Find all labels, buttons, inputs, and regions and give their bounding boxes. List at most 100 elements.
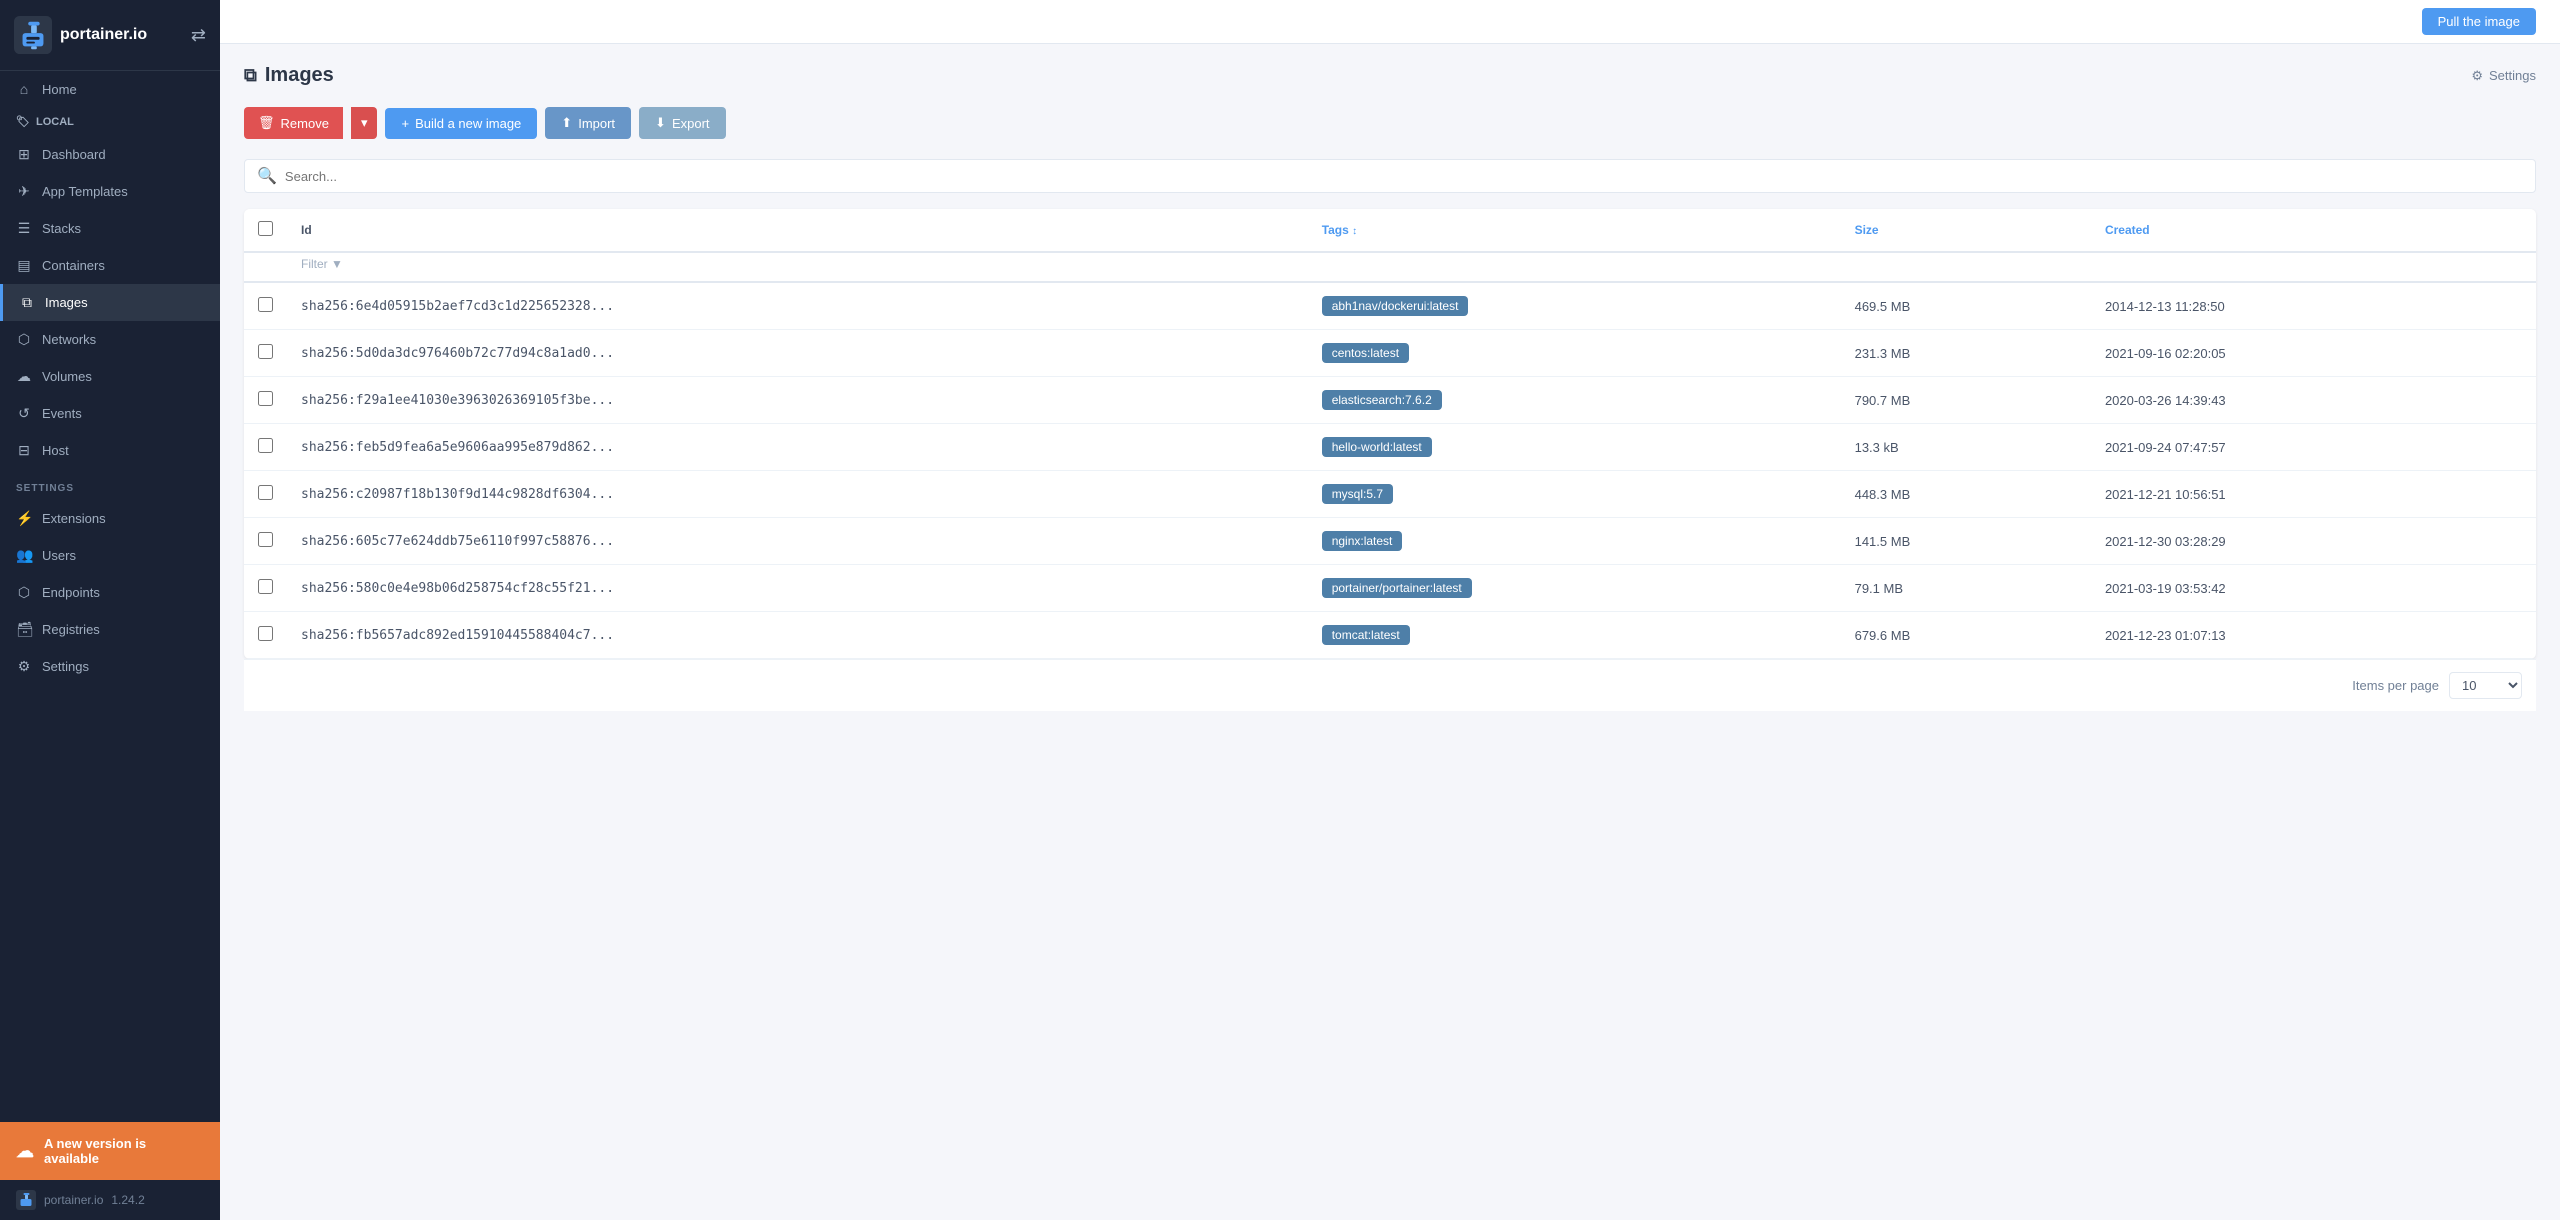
row-created-0: 2014-12-13 11:28:50: [2091, 282, 2536, 330]
app-templates-icon: ✈: [16, 183, 32, 200]
portainer-logo-icon: [14, 16, 52, 54]
sidebar-item-extensions[interactable]: ⚡ Extensions: [0, 500, 220, 537]
created-column-header[interactable]: Created: [2091, 209, 2536, 252]
row-checkbox-cell: [244, 377, 287, 424]
filter-checkbox-cell: [244, 252, 287, 282]
trash-icon: 🗑: [258, 115, 275, 131]
row-id-4[interactable]: sha256:c20987f18b130f9d144c9828df6304...: [287, 471, 1308, 518]
row-size-1: 231.3 MB: [1841, 330, 2091, 377]
top-bar: Pull the image: [220, 0, 2560, 44]
row-checkbox-4[interactable]: [258, 485, 273, 500]
sidebar-item-images[interactable]: ⧉ Images: [0, 284, 220, 321]
row-id-1[interactable]: sha256:5d0da3dc976460b72c77d94c8a1ad0...: [287, 330, 1308, 377]
select-all-checkbox[interactable]: [258, 221, 273, 236]
filter-tags-cell: [1308, 252, 1841, 282]
row-created-7: 2021-12-23 01:07:13: [2091, 612, 2536, 659]
toolbar: 🗑 Remove ▾ + Build a new image ⬆ Import …: [244, 107, 2536, 139]
stacks-icon: ☰: [16, 220, 32, 237]
sidebar-item-containers[interactable]: ▤ Containers: [0, 247, 220, 284]
tag-badge-1: centos:latest: [1322, 343, 1409, 363]
sidebar-item-home[interactable]: ⌂ Home: [0, 71, 220, 107]
sidebar-item-app-templates[interactable]: ✈ App Templates: [0, 173, 220, 210]
row-created-2: 2020-03-26 14:39:43: [2091, 377, 2536, 424]
sidebar-label: Host: [42, 443, 69, 458]
tag-badge-2: elasticsearch:7.6.2: [1322, 390, 1442, 410]
registries-icon: 🗃: [16, 621, 32, 638]
settings-link[interactable]: ⚙ Settings: [2471, 68, 2536, 84]
filter-created-cell: [2091, 252, 2536, 282]
row-checkbox-cell: [244, 330, 287, 377]
sidebar-item-events[interactable]: ↺ Events: [0, 395, 220, 432]
import-icon: ⬆: [561, 115, 572, 131]
pull-image-button[interactable]: Pull the image: [2422, 8, 2536, 35]
sidebar-item-volumes[interactable]: ☁ Volumes: [0, 358, 220, 395]
items-per-page-select[interactable]: 10 25 50: [2449, 672, 2522, 699]
sidebar-item-registries[interactable]: 🗃 Registries: [0, 611, 220, 648]
main-content: Pull the image ⧉ Images ⚙ Settings 🗑 Rem…: [220, 0, 2560, 1220]
page-title-text: Images: [265, 64, 334, 87]
row-created-1: 2021-09-16 02:20:05: [2091, 330, 2536, 377]
row-checkbox-6[interactable]: [258, 579, 273, 594]
row-checkbox-5[interactable]: [258, 532, 273, 547]
table-row: sha256:fb5657adc892ed15910445588404c7...…: [244, 612, 2536, 659]
row-created-6: 2021-03-19 03:53:42: [2091, 565, 2536, 612]
row-id-0[interactable]: sha256:6e4d05915b2aef7cd3c1d225652328...: [287, 282, 1308, 330]
build-image-button[interactable]: + Build a new image: [385, 108, 537, 139]
swap-icon[interactable]: ⇄: [191, 25, 206, 46]
export-button[interactable]: ⬇ Export: [639, 107, 725, 139]
update-notice-banner[interactable]: ☁ A new version is available: [0, 1122, 220, 1180]
row-tag-cell-2: elasticsearch:7.6.2: [1308, 377, 1841, 424]
row-checkbox-cell: [244, 424, 287, 471]
row-checkbox-0[interactable]: [258, 297, 273, 312]
sidebar-item-stacks[interactable]: ☰ Stacks: [0, 210, 220, 247]
row-checkbox-1[interactable]: [258, 344, 273, 359]
sidebar-item-users[interactable]: 👥 Users: [0, 537, 220, 574]
events-icon: ↺: [16, 405, 32, 422]
tags-column-header[interactable]: Tags ↕: [1308, 209, 1841, 252]
sidebar-label: Stacks: [42, 221, 81, 236]
sidebar-item-dashboard[interactable]: ⊞ Dashboard: [0, 136, 220, 173]
search-bar: 🔍: [244, 159, 2536, 193]
page-header: ⧉ Images ⚙ Settings: [244, 64, 2536, 87]
id-column-header[interactable]: Id: [287, 209, 1308, 252]
sidebar-label: Events: [42, 406, 82, 421]
search-icon: 🔍: [257, 166, 277, 186]
endpoints-icon: ⬡: [16, 584, 32, 601]
extensions-icon: ⚡: [16, 510, 32, 527]
row-size-4: 448.3 MB: [1841, 471, 2091, 518]
export-icon: ⬇: [655, 115, 666, 131]
size-column-header[interactable]: Size: [1841, 209, 2091, 252]
row-created-5: 2021-12-30 03:28:29: [2091, 518, 2536, 565]
sidebar-item-settings[interactable]: ⚙ Settings: [0, 648, 220, 685]
settings-gear-icon: ⚙: [2471, 68, 2483, 84]
table-header-row: Id Tags ↕ Size Created: [244, 209, 2536, 252]
version-logo-text: portainer.io: [44, 1193, 103, 1207]
table-row: sha256:605c77e624ddb75e6110f997c58876...…: [244, 518, 2536, 565]
sidebar-item-endpoints[interactable]: ⬡ Endpoints: [0, 574, 220, 611]
row-id-5[interactable]: sha256:605c77e624ddb75e6110f997c58876...: [287, 518, 1308, 565]
version-logo-icon: [16, 1190, 36, 1210]
search-input[interactable]: [285, 169, 2523, 184]
row-checkbox-2[interactable]: [258, 391, 273, 406]
sidebar-label: Containers: [42, 258, 105, 273]
sidebar-item-networks[interactable]: ⬡ Networks: [0, 321, 220, 358]
sidebar-logo-area: portainer.io ⇄: [0, 0, 220, 71]
row-checkbox-cell: [244, 471, 287, 518]
row-id-7[interactable]: sha256:fb5657adc892ed15910445588404c7...: [287, 612, 1308, 659]
volumes-icon: ☁: [16, 368, 32, 385]
images-icon: ⧉: [19, 294, 35, 311]
row-id-3[interactable]: sha256:feb5d9fea6a5e9606aa995e879d862...: [287, 424, 1308, 471]
import-button[interactable]: ⬆ Import: [545, 107, 631, 139]
sidebar-home-label: Home: [42, 82, 77, 97]
row-checkbox-7[interactable]: [258, 626, 273, 641]
content-area: ⧉ Images ⚙ Settings 🗑 Remove ▾ + Build a…: [220, 44, 2560, 1220]
tag-badge-0: abh1nav/dockerui:latest: [1322, 296, 1469, 316]
row-id-6[interactable]: sha256:580c0e4e98b06d258754cf28c55f21...: [287, 565, 1308, 612]
settings-link-text: Settings: [2489, 68, 2536, 83]
id-header-label: Id: [301, 223, 312, 237]
row-id-2[interactable]: sha256:f29a1ee41030e3963026369105f3be...: [287, 377, 1308, 424]
remove-dropdown-button[interactable]: ▾: [351, 107, 378, 139]
remove-button[interactable]: 🗑 Remove: [244, 107, 343, 139]
row-checkbox-3[interactable]: [258, 438, 273, 453]
sidebar-item-host[interactable]: ⊟ Host: [0, 432, 220, 469]
